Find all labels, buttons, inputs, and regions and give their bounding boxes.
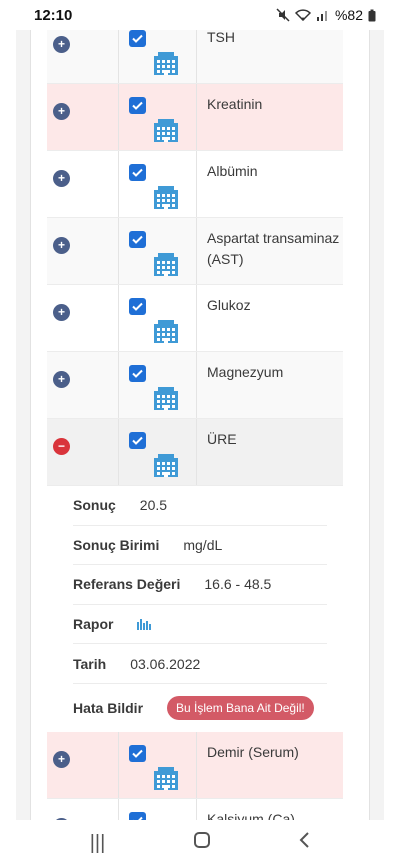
test-name: Albümin [207,163,258,179]
select-cell [119,419,197,485]
hospital-icon [152,184,180,210]
expand-icon[interactable]: + [53,750,70,768]
back-icon[interactable] [298,831,310,855]
select-cell [119,84,197,150]
recent-apps-icon[interactable]: ||| [90,832,106,855]
test-name: Demir (Serum) [207,743,299,760]
signal-icon [316,11,327,21]
test-checkbox[interactable] [129,231,146,248]
expand-icon[interactable]: + [53,36,70,53]
test-checkbox[interactable] [129,164,146,181]
status-time: 12:10 [34,6,73,24]
test-name: TSH [207,30,235,45]
select-cell [119,151,197,217]
hospital-icon [152,385,180,411]
status-icons: %82 [276,7,376,23]
expand-icon[interactable]: + [53,371,70,388]
test-row[interactable]: + Kreatinin [47,84,343,151]
reference-label: Referans Değeri [73,576,181,593]
unit-row: Sonuç Birimi mg/dL [73,526,327,566]
unit-label: Sonuç Birimi [73,536,160,553]
test-name: ÜRE [207,431,237,447]
hospital-icon [152,251,180,277]
test-checkbox[interactable] [129,432,146,449]
expand-icon[interactable]: + [53,170,70,187]
select-cell [119,352,197,418]
hospital-icon [152,50,180,76]
select-cell [119,30,197,83]
page-background: + TSH + Kreatinin + Albümin + Aspartat transami… [16,30,384,820]
test-detail: Sonuç 20.5 Sonuç Birimi mg/dL Referans Değer… [47,486,343,732]
mute-icon [276,8,290,22]
not-mine-button[interactable]: Bu İşlem Bana Ait Değil! [167,695,314,720]
test-row[interactable]: + Aspartat transaminaz (AST) [47,218,343,285]
test-checkbox[interactable] [129,365,146,382]
result-value: 20.5 [139,497,168,514]
test-row[interactable]: + Glukoz [47,285,343,352]
test-row[interactable]: + Kalsiyum (Ca) [47,798,343,820]
test-checkbox[interactable] [129,97,146,114]
hospital-icon [152,452,180,478]
test-row[interactable]: + Demir (Serum) [47,731,343,799]
test-name: Glukoz [207,297,251,313]
hospital-icon [152,318,180,344]
test-checkbox[interactable] [129,811,146,820]
toggle-cell: + [47,731,119,798]
test-row[interactable]: − ÜRE [47,419,343,486]
test-checkbox[interactable] [129,744,146,762]
select-cell [119,285,197,351]
status-bar: 12:10 %82 [0,0,400,30]
results-table: + TSH + Kreatinin + Albümin + Aspartat transami… [47,30,343,820]
result-row: Sonuç 20.5 [73,486,327,526]
hospital-icon [152,117,180,143]
date-row: Tarih 03.06.2022 [73,644,327,684]
battery-icon [368,9,376,21]
battery-percent: %82 [334,7,363,23]
hospital-icon [152,765,180,791]
test-checkbox[interactable] [129,30,146,47]
expand-icon[interactable]: + [53,103,70,120]
toggle-cell: + [47,30,119,83]
toggle-cell: + [47,151,119,217]
collapse-icon[interactable]: − [53,438,70,455]
reference-value: 16.6 - 48.5 [204,576,272,593]
toggle-cell: + [47,84,119,150]
date-label: Tarih [73,655,107,672]
test-name: Kalsiyum (Ca) [207,810,295,820]
toggle-cell: + [47,352,119,418]
toggle-cell: + [47,285,119,351]
test-row[interactable]: + TSH [47,30,343,84]
navigation-bar: ||| [0,820,400,866]
toggle-cell: + [47,798,119,820]
results-card: + TSH + Kreatinin + Albümin + Aspartat transami… [30,30,370,820]
report-row: Rapor [73,605,327,645]
error-label: Hata Bildir [73,699,144,716]
report-label: Rapor [73,616,114,633]
toggle-cell: + [47,218,119,284]
reference-row: Referans Değeri 16.6 - 48.5 [73,565,327,605]
test-checkbox[interactable] [129,298,146,315]
select-cell [119,798,197,820]
test-row[interactable]: + Magnezyum [47,352,343,419]
expand-icon[interactable]: + [53,304,70,321]
test-name: Magnezyum [207,364,284,380]
select-cell [119,731,197,798]
unit-value: mg/dL [183,536,223,553]
wifi-icon [294,9,311,22]
error-row: Hata Bildir Bu İşlem Bana Ait Değil! [73,684,327,732]
result-label: Sonuç [73,497,116,514]
bar-chart-icon[interactable] [137,618,152,631]
select-cell [119,218,197,284]
toggle-cell: − [47,419,119,485]
expand-icon[interactable]: + [53,237,70,254]
test-name: Aspartat transaminaz (AST) [207,230,340,267]
date-value: 03.06.2022 [130,655,201,672]
test-row[interactable]: + Albümin [47,151,343,218]
test-name: Kreatinin [207,96,263,112]
home-icon[interactable] [193,831,211,855]
